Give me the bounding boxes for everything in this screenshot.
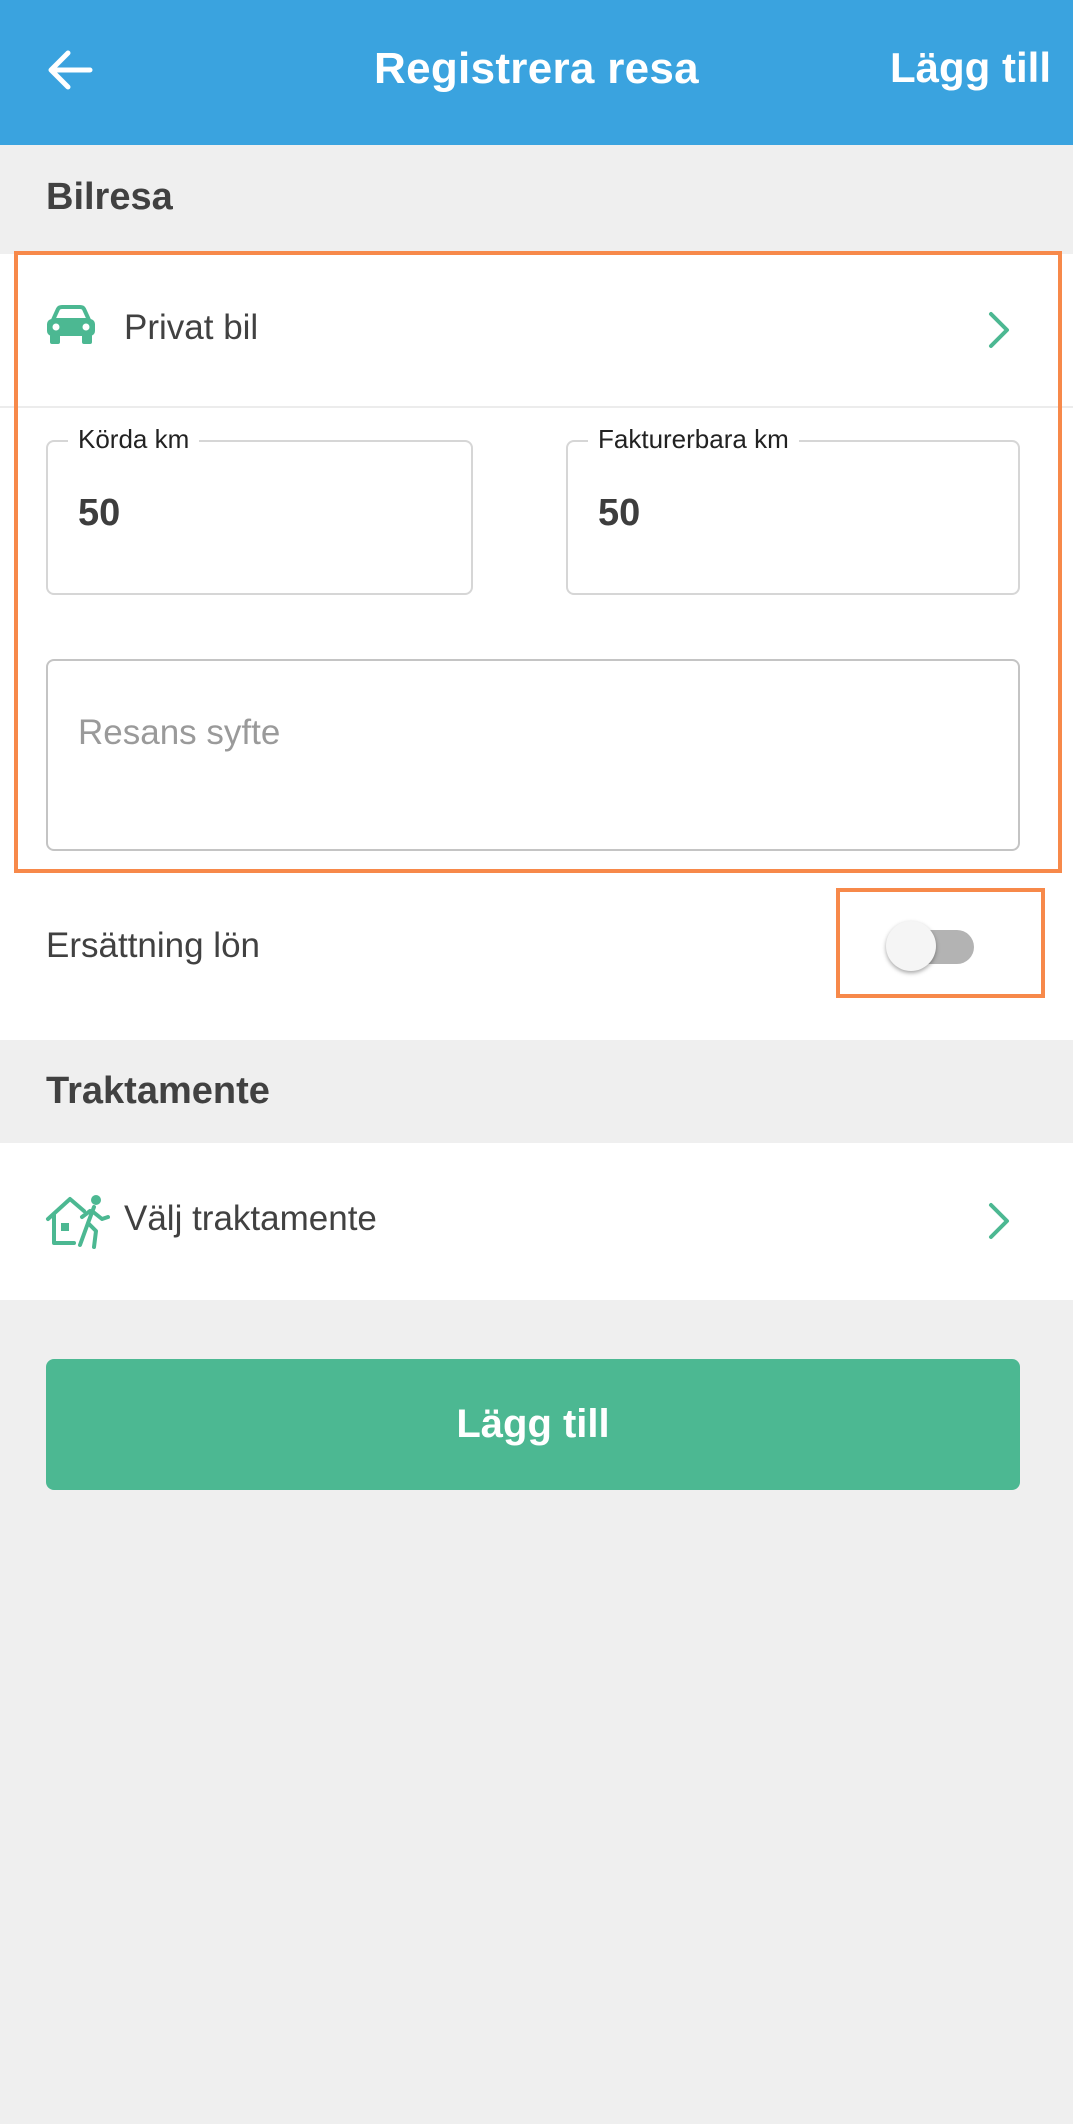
house-walking-person-icon: [46, 1195, 110, 1249]
add-action-button[interactable]: Lägg till: [890, 44, 1051, 92]
section-title-car-trip: Bilresa: [46, 176, 173, 218]
driven-km-field[interactable]: Körda km 50: [46, 424, 473, 595]
add-button-label: Lägg till: [456, 1402, 610, 1446]
section-title-allowance: Traktamente: [46, 1070, 270, 1112]
billable-km-value: 50: [598, 492, 641, 534]
driven-km-value: 50: [78, 492, 121, 534]
allowance-row[interactable]: Välj traktamente: [0, 1143, 1073, 1300]
driven-km-label: Körda km: [68, 424, 200, 455]
add-button[interactable]: Lägg till: [46, 1359, 1020, 1490]
billable-km-field[interactable]: Fakturerbara km 50: [566, 424, 1020, 595]
trip-purpose-input[interactable]: Resans syfte: [46, 659, 1020, 851]
salary-compensation-label: Ersättning lön: [46, 926, 261, 965]
vehicle-row[interactable]: Privat bil: [0, 254, 1073, 404]
vehicle-label: Privat bil: [124, 308, 259, 347]
car-icon: [47, 305, 95, 344]
chevron-right-icon: [989, 312, 1009, 348]
chevron-right-icon: [989, 1203, 1009, 1239]
billable-km-label: Fakturerbara km: [588, 424, 799, 455]
app-bar: Registrera resa Lägg till: [0, 0, 1073, 145]
toggle-knob: [886, 921, 936, 971]
divider: [0, 406, 1073, 408]
salary-compensation-toggle[interactable]: [886, 921, 986, 971]
trip-purpose-placeholder: Resans syfte: [78, 713, 281, 752]
allowance-select-label: Välj traktamente: [124, 1199, 377, 1238]
